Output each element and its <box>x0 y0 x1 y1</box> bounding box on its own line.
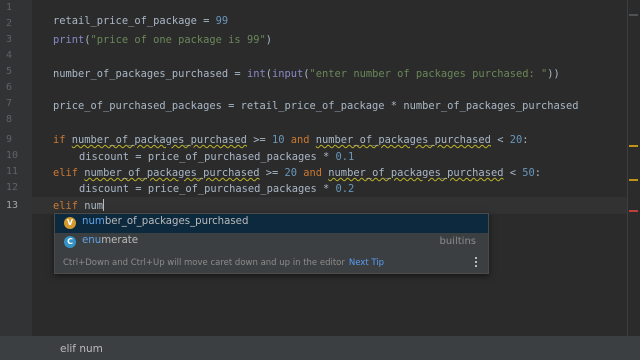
code-line-13[interactable]: elif num <box>53 199 105 213</box>
line-number: 4 <box>6 50 13 61</box>
code-line-5[interactable]: number_of_packages_purchased = int(input… <box>53 67 560 81</box>
line-number: 9 <box>6 134 13 145</box>
line-number: 12 <box>6 182 19 193</box>
completion-tip: Ctrl+Down and Ctrl+Up will move caret do… <box>63 258 385 268</box>
line-number-gutter: 1 2 3 4 5 6 7 8 9 10 11 12 13 <box>0 0 32 336</box>
error-stripe-scrollbar[interactable] <box>627 0 640 336</box>
code-line-2[interactable]: print("price of one package is 99") <box>53 33 272 47</box>
code-line-10[interactable]: discount = price_of_purchased_packages *… <box>79 150 354 164</box>
line-number: 5 <box>6 66 13 77</box>
line-number: 7 <box>6 98 13 109</box>
error-marker[interactable] <box>629 210 638 212</box>
completion-item[interactable]: C enumerate builtins <box>55 233 488 252</box>
code-line-11[interactable]: elif number_of_packages_purchased >= 20 … <box>53 166 541 180</box>
warning-marker[interactable] <box>629 179 638 181</box>
completion-item-type: builtins <box>439 236 477 247</box>
variable-icon: V <box>64 217 76 229</box>
status-bar: elif num <box>0 336 640 360</box>
code-completion-popup[interactable]: V number_of_packages_purchased C enumera… <box>54 213 489 274</box>
status-text: elif num <box>60 343 103 355</box>
completion-item-label: number_of_packages_purchased <box>82 216 249 227</box>
line-number: 10 <box>6 150 19 161</box>
code-line-12[interactable]: discount = price_of_purchased_packages *… <box>79 182 354 196</box>
warning-marker[interactable] <box>629 145 638 147</box>
scroll-marker <box>629 14 638 16</box>
line-number: 3 <box>6 34 13 45</box>
line-number: 8 <box>6 114 13 125</box>
line-number: 1 <box>6 2 13 13</box>
line-number-current: 13 <box>6 200 19 211</box>
code-line-7[interactable]: price_of_purchased_packages = retail_pri… <box>53 99 578 113</box>
completion-item-label: enumerate <box>82 235 139 246</box>
completion-item[interactable]: V number_of_packages_purchased <box>55 214 488 233</box>
text-caret <box>103 199 105 211</box>
line-number: 6 <box>6 82 13 93</box>
code-line-9[interactable]: if number_of_packages_purchased >= 10 an… <box>53 133 529 147</box>
line-number: 11 <box>6 166 19 177</box>
line-number: 2 <box>6 18 13 29</box>
next-tip-link[interactable]: Next Tip <box>349 258 384 268</box>
more-options-icon[interactable] <box>475 255 478 269</box>
code-line-1[interactable]: retail_price_of_package = 99 <box>53 14 228 28</box>
class-icon: C <box>64 236 76 248</box>
